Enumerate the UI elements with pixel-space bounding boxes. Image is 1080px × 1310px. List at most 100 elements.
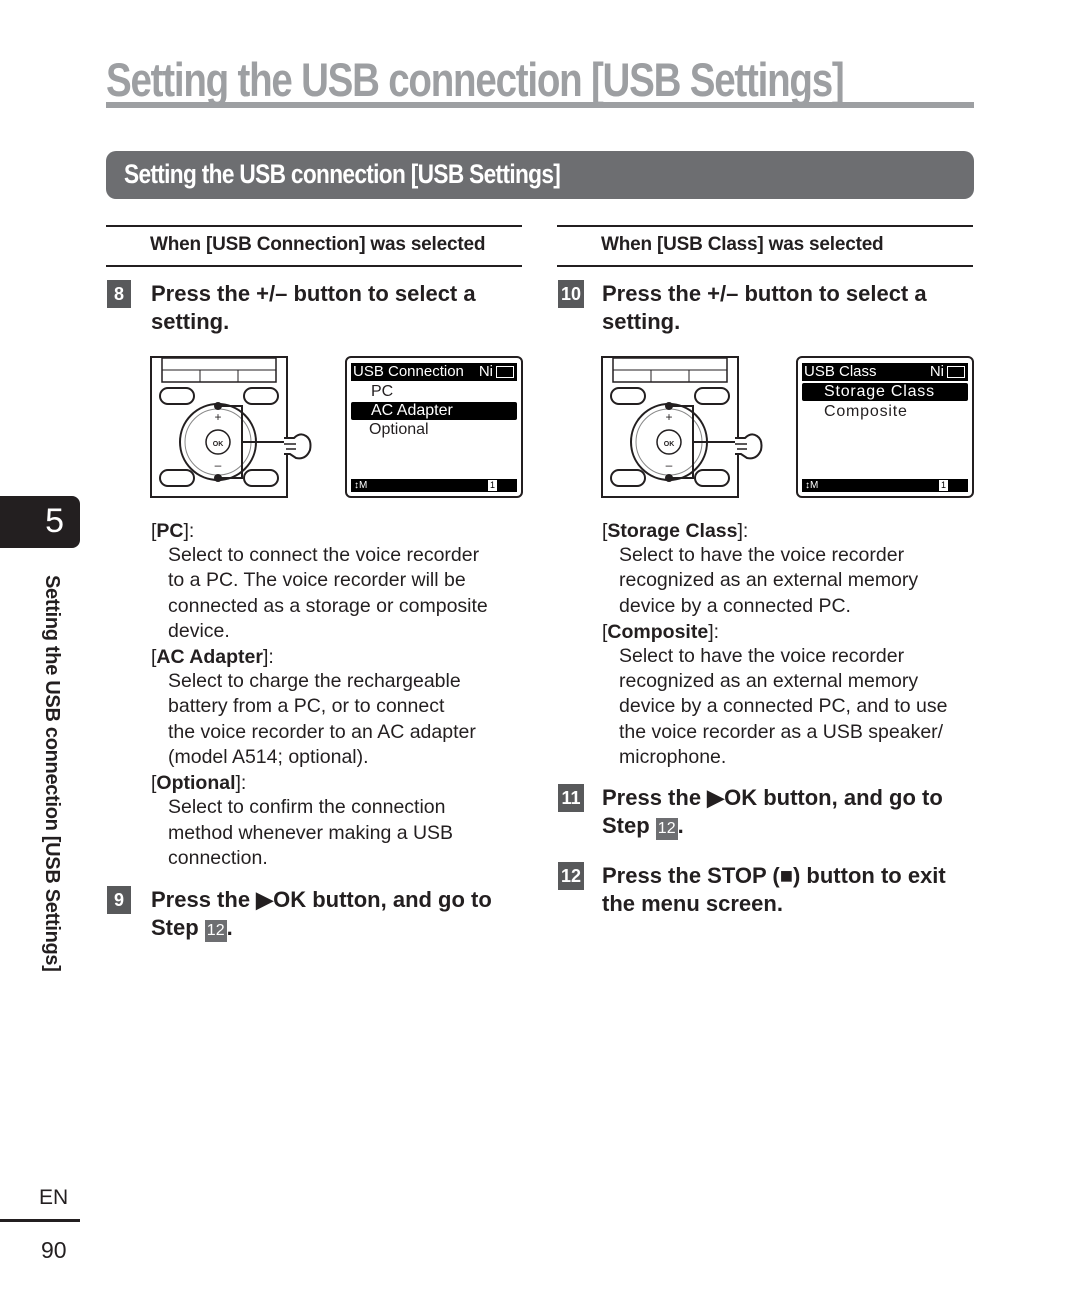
condition-prefix: When [ <box>150 234 213 255</box>
desc-line: Select to confirm the connection <box>168 796 446 819</box>
condition-prefix: When [ <box>601 234 664 255</box>
lcd-footer-icon: ↕M <box>354 480 368 491</box>
lcd-header-title: USB Class <box>804 363 877 380</box>
step-number-11: 11 <box>558 784 584 812</box>
step-10-text: Press the +/– button to select a setting… <box>602 281 927 334</box>
step-number-12: 12 <box>558 862 584 890</box>
option-label-composite: [Composite]: <box>602 620 720 643</box>
battery-type-indicator: Ni <box>929 363 944 380</box>
recorder-buttons-icon: OK + – <box>610 357 737 487</box>
option-desc-composite: Select to have the voice recorder recogn… <box>602 644 982 770</box>
lcd-footer: ↕M 1 <box>802 479 968 492</box>
desc-line: (model A514; optional). <box>168 746 369 769</box>
desc-line: Select to have the voice recorder <box>619 544 905 566</box>
desc-line: the voice recorder as a USB speaker/ <box>619 720 944 743</box>
lcd-screen-usb-class: USB Class Ni Storage Class Composite ↕M … <box>796 356 974 498</box>
desc-line: Select to charge the rechargeable <box>168 670 461 693</box>
battery-type-indicator: Ni <box>478 363 493 380</box>
option-label-storage-class: [Storage Class]: <box>602 520 749 542</box>
options-usb-class: [Storage Class]: Select to have the voic… <box>602 520 982 770</box>
recorder-buttons-icon: OK + – <box>159 357 286 487</box>
options-usb-connection: [PC]: Select to connect the voice record… <box>151 520 531 871</box>
svg-text:OK: OK <box>213 441 224 448</box>
desc-line: connection. <box>168 846 268 869</box>
desc-line: Select to have the voice recorder <box>619 644 905 667</box>
side-running-title: Setting the USB connection [USB Settings… <box>41 575 63 972</box>
lcd-footer: ↕M 1 <box>351 479 517 492</box>
svg-text:–: – <box>215 458 222 472</box>
step-line: the menu screen. <box>602 891 783 916</box>
step-number-9: 9 <box>107 886 131 914</box>
condition-text: When [USB Connection] was selected <box>150 234 485 256</box>
step-12-text: Press the STOP (■) button to exit the me… <box>602 862 982 918</box>
pointing-hand-icon <box>735 424 765 469</box>
option-name: Storage Class <box>607 520 738 542</box>
page-title: Setting the USB connection [USB Settings… <box>106 53 845 106</box>
svg-text:+: + <box>665 410 672 424</box>
option-label-ac-adapter: [AC Adapter]: <box>151 646 274 669</box>
desc-line: device. <box>168 619 230 642</box>
recorder-illustration: OK + – <box>150 356 288 498</box>
step-8-text: Press the +/– button to select a setting… <box>151 281 476 334</box>
step-number-8: 8 <box>107 280 131 308</box>
svg-text:OK: OK <box>664 441 675 448</box>
step-9-text: Press the ▶OK button, and go to Step 12. <box>151 886 531 942</box>
lcd-menu-item-composite[interactable]: Composite <box>802 403 968 421</box>
step-prefix: Step <box>151 915 205 940</box>
condition-suffix: ] was selected <box>359 234 486 255</box>
step-line: Step 12. <box>151 914 531 942</box>
lcd-header-title: USB Connection <box>353 363 464 380</box>
desc-line: connected as a storage or composite <box>168 594 488 617</box>
step-line: Press the ▶OK button, and go to <box>602 785 943 810</box>
option-desc-ac-adapter: Select to charge the rechargeable batter… <box>151 669 531 770</box>
option-name: Optional <box>156 772 236 795</box>
chapter-tab[interactable]: 5 <box>0 496 80 548</box>
step-ref-badge: 12 <box>655 818 678 840</box>
desc-line: Select to connect the voice recorder <box>168 544 480 566</box>
step-line: Press the ▶OK button, and go to <box>151 887 492 912</box>
recorder-illustration: OK + – <box>601 356 739 498</box>
desc-line: to a PC. The voice recorder will be <box>168 569 466 592</box>
step-suffix: . <box>677 813 684 838</box>
option-desc-storage-class: Select to have the voice recorder recogn… <box>602 543 982 619</box>
lcd-menu-item-ac-adapter[interactable]: AC Adapter <box>351 402 517 420</box>
option-desc-pc: Select to connect the voice recorder to … <box>151 543 531 644</box>
desc-line: battery from a PC, or to connect <box>168 695 445 718</box>
language-label: EN <box>39 1186 69 1209</box>
desc-line: method whenever making a USB <box>168 821 454 844</box>
step-suffix: . <box>226 915 233 940</box>
desc-line: recognized as an external memory <box>619 569 919 592</box>
condition-suffix: ] was selected <box>757 234 884 255</box>
step-11-text: Press the ▶OK button, and go to Step 12. <box>602 784 982 840</box>
lcd-footer-icon: ↕M <box>805 480 819 491</box>
condition-usb-class: When [USB Class] was selected <box>557 225 973 267</box>
desc-line: device by a connected PC, and to use <box>619 695 948 718</box>
desc-line: device by a connected PC. <box>619 594 851 617</box>
lcd-header: USB Connection Ni <box>351 363 517 381</box>
option-label-optional: [Optional]: <box>151 772 247 795</box>
section-header: Setting the USB connection [USB Settings… <box>106 151 974 199</box>
svg-text:–: – <box>666 458 673 472</box>
desc-line: recognized as an external memory <box>619 670 919 693</box>
lcd-menu-item-pc[interactable]: PC <box>351 383 517 401</box>
lcd-menu-item-optional[interactable]: Optional <box>351 421 517 439</box>
step-ref-badge: 12 <box>204 920 227 942</box>
lcd-page-indicator: 1 <box>939 480 948 491</box>
step-number-10: 10 <box>558 280 584 308</box>
option-label-pc: [PC]: <box>151 520 195 542</box>
condition-usb-connection: When [USB Connection] was selected <box>106 225 522 267</box>
svg-text:+: + <box>214 410 221 424</box>
section-title: Setting the USB connection [USB Settings… <box>124 159 561 189</box>
option-desc-optional: Select to confirm the connection method … <box>151 795 531 871</box>
lcd-menu-item-storage-class[interactable]: Storage Class <box>802 383 968 401</box>
page-number: 90 <box>41 1237 67 1263</box>
condition-text: When [USB Class] was selected <box>601 234 884 256</box>
option-name: Composite <box>607 620 709 643</box>
footer-divider <box>0 1219 80 1222</box>
lcd-page-indicator: 1 <box>488 480 497 491</box>
condition-bold: USB Class <box>663 234 758 255</box>
desc-line: microphone. <box>619 746 727 769</box>
battery-icon <box>947 366 965 378</box>
option-name: PC <box>156 520 184 542</box>
pointing-hand-icon <box>284 424 314 469</box>
